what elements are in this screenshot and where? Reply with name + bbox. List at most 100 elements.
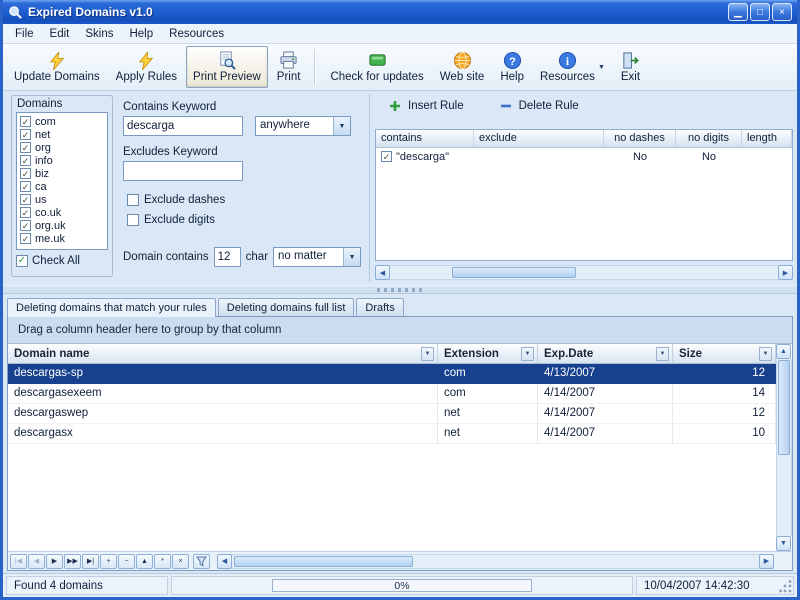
apply-rules-button[interactable]: Apply Rules bbox=[109, 46, 184, 88]
minimize-button[interactable]: ▁ bbox=[728, 3, 748, 21]
exclude-digits-checkbox[interactable]: Exclude digits bbox=[127, 214, 215, 226]
horizontal-splitter[interactable] bbox=[3, 285, 797, 294]
scrollbar-track[interactable] bbox=[232, 553, 759, 569]
nav-next-button[interactable]: ▶ bbox=[46, 553, 63, 569]
nav-next-page-button[interactable]: ▶▶ bbox=[64, 553, 81, 569]
keyword-position-select[interactable]: anywhere ▼ bbox=[255, 116, 351, 136]
delete-rule-button[interactable]: Delete Rule bbox=[500, 100, 579, 112]
rules-column-no-digits[interactable]: no digits bbox=[676, 130, 742, 147]
nav-last-button[interactable]: ▶| bbox=[82, 553, 99, 569]
menu-resources[interactable]: Resources bbox=[161, 26, 232, 42]
exclude-dashes-checkbox[interactable]: Exclude dashes bbox=[127, 194, 225, 206]
resources-button[interactable]: i Resources ▼ bbox=[533, 46, 612, 88]
column-header-domain-name[interactable]: Domain name ▼ bbox=[8, 344, 438, 364]
checkbox-unchecked-icon[interactable] bbox=[127, 194, 139, 206]
domain-item-us[interactable]: ✓ us bbox=[18, 193, 106, 206]
checkbox-checked-icon[interactable]: ✓ bbox=[20, 142, 31, 153]
rules-horizontal-scrollbar[interactable]: ◀ ▶ bbox=[375, 265, 793, 280]
scrollbar-thumb[interactable] bbox=[234, 555, 414, 567]
domain-item-info[interactable]: ✓ info bbox=[18, 154, 106, 167]
checkbox-checked-icon[interactable]: ✓ bbox=[20, 220, 31, 231]
column-header-exp-date[interactable]: Exp.Date ▼ bbox=[538, 344, 673, 364]
group-by-bar[interactable]: Drag a column header here to group by th… bbox=[8, 317, 792, 344]
domain-item-org[interactable]: ✓ org bbox=[18, 141, 106, 154]
domain-item-org-uk[interactable]: ✓ org.uk bbox=[18, 219, 106, 232]
menu-skins[interactable]: Skins bbox=[77, 26, 121, 42]
table-row[interactable]: descargasx net 4/14/2007 10 bbox=[8, 424, 776, 444]
checkbox-checked-icon[interactable]: ✓ bbox=[20, 129, 31, 140]
nav-first-button[interactable]: |◀ bbox=[10, 553, 27, 569]
resize-grip-icon[interactable] bbox=[779, 580, 792, 593]
column-filter-dropdown-icon[interactable]: ▼ bbox=[759, 347, 772, 361]
domain-item-co-uk[interactable]: ✓ co.uk bbox=[18, 206, 106, 219]
checkbox-checked-icon[interactable]: ✓ bbox=[20, 181, 31, 192]
filter-button[interactable] bbox=[193, 553, 210, 569]
rules-column-length[interactable]: length bbox=[742, 130, 792, 147]
print-button[interactable]: Print bbox=[270, 46, 308, 88]
checkbox-checked-icon[interactable]: ✓ bbox=[20, 207, 31, 218]
rules-column-exclude[interactable]: exclude bbox=[474, 130, 604, 147]
checkbox-checked-icon[interactable]: ✓ bbox=[20, 233, 31, 244]
checkbox-checked-icon[interactable]: ✓ bbox=[20, 116, 31, 127]
rules-column-no-dashes[interactable]: no dashes bbox=[604, 130, 676, 147]
domain-length-input[interactable] bbox=[213, 247, 241, 267]
close-button[interactable]: × bbox=[772, 3, 792, 21]
scrollbar-track[interactable] bbox=[776, 359, 792, 536]
print-preview-button[interactable]: Print Preview bbox=[186, 46, 268, 88]
contains-keyword-input[interactable] bbox=[123, 116, 243, 136]
exit-button[interactable]: Exit bbox=[614, 46, 647, 88]
rules-column-contains[interactable]: contains bbox=[376, 130, 474, 147]
scroll-right-icon[interactable]: ▶ bbox=[778, 265, 793, 280]
domain-item-me-uk[interactable]: ✓ me.uk bbox=[18, 232, 106, 245]
scroll-left-icon[interactable]: ◀ bbox=[375, 265, 390, 280]
menu-file[interactable]: File bbox=[7, 26, 42, 42]
domain-item-biz[interactable]: ✓ biz bbox=[18, 167, 106, 180]
checkbox-checked-icon[interactable]: ✓ bbox=[20, 155, 31, 166]
table-row[interactable]: descargasexeem com 4/14/2007 14 bbox=[8, 384, 776, 404]
nav-post-button[interactable]: * bbox=[154, 553, 171, 569]
tab-matching-rules[interactable]: Deleting domains that match your rules bbox=[7, 298, 216, 317]
column-header-size[interactable]: Size ▼ bbox=[673, 344, 776, 364]
checkbox-checked-icon[interactable]: ✓ bbox=[381, 151, 392, 162]
scrollbar-track[interactable] bbox=[390, 265, 778, 280]
insert-rule-button[interactable]: Insert Rule bbox=[389, 100, 464, 112]
check-all-checkbox[interactable]: ✓ Check All bbox=[16, 255, 108, 267]
domain-item-ca[interactable]: ✓ ca bbox=[18, 180, 106, 193]
scroll-right-icon[interactable]: ▶ bbox=[759, 553, 774, 569]
menu-edit[interactable]: Edit bbox=[42, 26, 78, 42]
table-row[interactable]: descargas-sp com 4/13/2007 12 bbox=[8, 364, 776, 384]
maximize-button[interactable]: □ bbox=[750, 3, 770, 21]
scrollbar-thumb[interactable] bbox=[452, 267, 577, 278]
column-header-extension[interactable]: Extension ▼ bbox=[438, 344, 538, 364]
nav-delete-button[interactable]: − bbox=[118, 553, 135, 569]
nav-cancel-button[interactable]: × bbox=[172, 553, 189, 569]
domain-item-net[interactable]: ✓ net bbox=[18, 128, 106, 141]
length-mode-select[interactable]: no matter ▼ bbox=[273, 247, 362, 267]
checkbox-checked-icon[interactable]: ✓ bbox=[16, 255, 28, 267]
chevron-down-icon[interactable]: ▼ bbox=[333, 117, 350, 135]
column-filter-dropdown-icon[interactable]: ▼ bbox=[421, 347, 434, 361]
tab-drafts[interactable]: Drafts bbox=[356, 298, 404, 316]
domain-item-com[interactable]: ✓ com bbox=[18, 115, 106, 128]
scroll-up-icon[interactable]: ▲ bbox=[776, 344, 791, 359]
nav-append-button[interactable]: + bbox=[100, 553, 117, 569]
scroll-down-icon[interactable]: ▼ bbox=[776, 536, 791, 551]
web-site-button[interactable]: Web site bbox=[433, 46, 492, 88]
scroll-left-icon[interactable]: ◀ bbox=[217, 553, 232, 569]
menu-help[interactable]: Help bbox=[121, 26, 161, 42]
table-row[interactable]: descargaswep net 4/14/2007 12 bbox=[8, 404, 776, 424]
checkbox-unchecked-icon[interactable] bbox=[127, 214, 139, 226]
rule-row[interactable]: ✓ "descarga" No No bbox=[376, 148, 792, 165]
nav-prev-button[interactable]: ◀ bbox=[28, 553, 45, 569]
checkbox-checked-icon[interactable]: ✓ bbox=[20, 194, 31, 205]
column-filter-dropdown-icon[interactable]: ▼ bbox=[656, 347, 669, 361]
check-for-updates-button[interactable]: Check for updates bbox=[323, 46, 430, 88]
column-filter-dropdown-icon[interactable]: ▼ bbox=[521, 347, 534, 361]
grid-horizontal-scrollbar[interactable]: ◀ ▶ bbox=[217, 553, 774, 569]
excludes-keyword-input[interactable] bbox=[123, 161, 243, 181]
chevron-down-icon[interactable]: ▼ bbox=[598, 64, 605, 71]
grid-vertical-scrollbar[interactable]: ▲ ▼ bbox=[776, 344, 792, 551]
tab-full-list[interactable]: Deleting domains full list bbox=[217, 298, 355, 316]
scrollbar-thumb[interactable] bbox=[778, 360, 790, 455]
checkbox-checked-icon[interactable]: ✓ bbox=[20, 168, 31, 179]
